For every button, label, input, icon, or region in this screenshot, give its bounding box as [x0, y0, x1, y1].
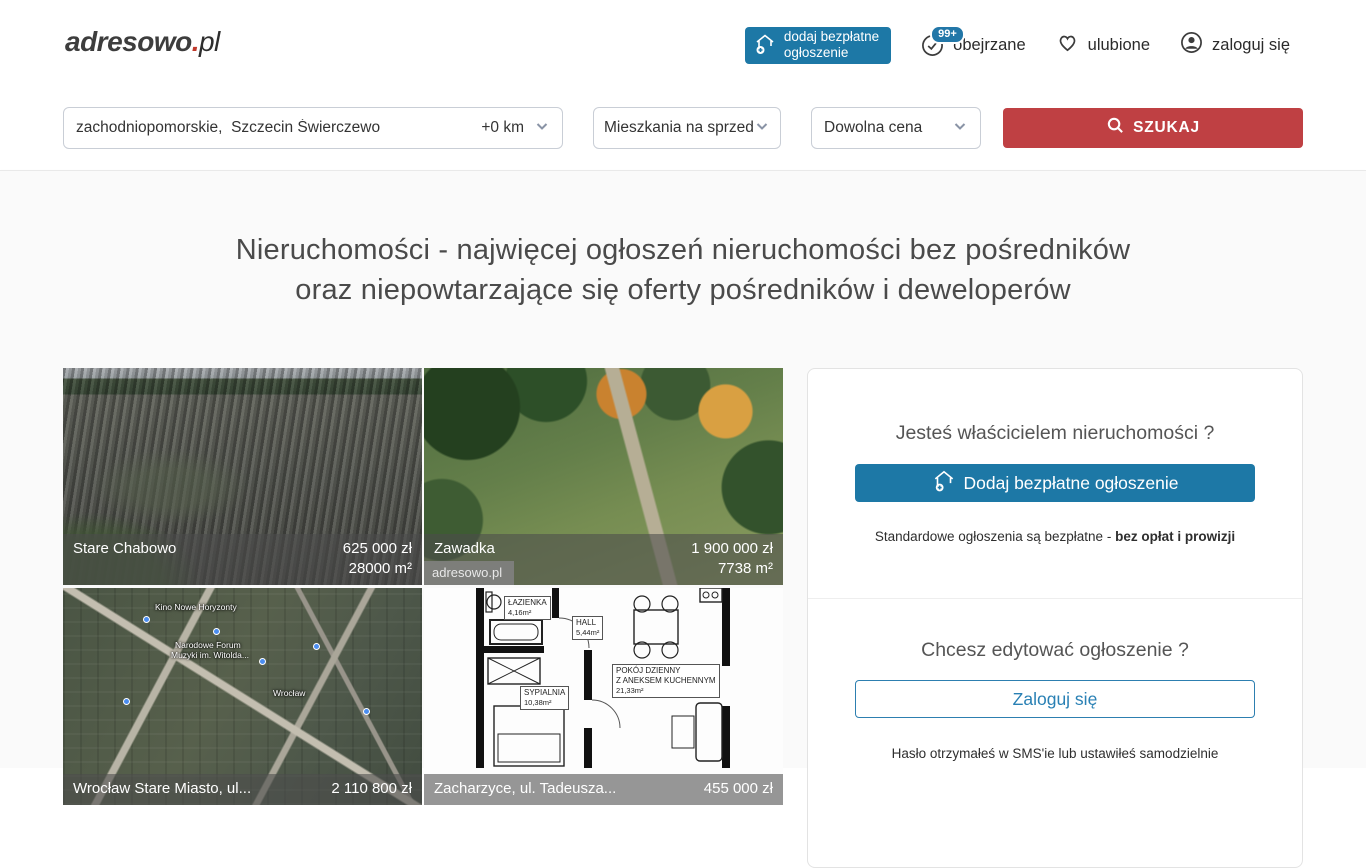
listing-tile-zawadka[interactable]: Zawadka 1 900 000 zł 7738 m² adresowo.pl	[424, 368, 783, 585]
add-listing-label: dodaj bezpłatne ogłoszenie	[784, 29, 879, 60]
edit-heading: Chcesz edytować ogłoszenie ?	[808, 639, 1302, 662]
edit-section: Chcesz edytować ogłoszenie ? Zaloguj się…	[808, 598, 1302, 761]
logo-tld: pl	[199, 26, 220, 57]
radius-dropdown[interactable]: +0 km	[481, 119, 524, 137]
listing-caption: Wrocław Stare Miasto, ul... 2 110 800 zł	[63, 774, 422, 805]
price-select[interactable]: Dowolna cena	[811, 107, 981, 149]
login-label: zaloguj się	[1212, 36, 1290, 55]
search-icon	[1106, 116, 1125, 140]
listing-caption: Stare Chabowo 625 000 zł 28000 m²	[63, 534, 422, 585]
logo-dot: .	[192, 26, 199, 57]
viewed-link[interactable]: 99+ obejrzane	[921, 34, 1025, 57]
page-title: Nieruchomości - najwięcej ogłoszeń nieru…	[0, 230, 1366, 310]
map-label: Muzyki im. Witolda...	[171, 650, 249, 660]
property-type-select[interactable]: Mieszkania na sprzedaż	[593, 107, 781, 149]
user-icon	[1180, 31, 1203, 59]
search-button[interactable]: SZUKAJ	[1003, 108, 1303, 148]
listing-tile-stare-chabowo[interactable]: Stare Chabowo 625 000 zł 28000 m²	[63, 368, 422, 585]
add-listing-button[interactable]: dodaj bezpłatne ogłoszenie	[745, 27, 891, 64]
favorites-link[interactable]: ulubione	[1056, 31, 1150, 59]
listing-name: Zacharzyce, ul. Tadeusza...	[434, 779, 616, 799]
add-free-listing-label: Dodaj bezpłatne ogłoszenie	[963, 473, 1178, 494]
map-label: Narodowe Forum	[175, 640, 241, 650]
listing-name: Stare Chabowo	[73, 539, 176, 559]
favorites-label: ulubione	[1088, 36, 1150, 55]
logo[interactable]: adresowo.pl	[65, 26, 220, 58]
chevron-down-icon	[754, 118, 770, 139]
property-type-value: Mieszkania na sprzedaż	[604, 119, 754, 137]
map-poi-marker	[313, 643, 320, 650]
owner-note: Standardowe ogłoszenia są bezpłatne - be…	[808, 529, 1302, 544]
floorplan-drawing	[424, 588, 783, 768]
floorplan-room-label: HALL 5,44m²	[572, 616, 603, 640]
add-free-listing-button[interactable]: Dodaj bezpłatne ogłoszenie	[855, 464, 1255, 502]
location-value: zachodniopomorskie, Szczecin Świerczewo	[76, 119, 481, 137]
listing-name: Wrocław Stare Miasto, ul...	[73, 779, 251, 799]
location-input[interactable]: zachodniopomorskie, Szczecin Świerczewo …	[63, 107, 563, 149]
map-label: Wrocław	[273, 688, 305, 698]
map-poi-marker	[213, 628, 220, 635]
listing-price: 455 000 zł	[704, 779, 773, 799]
owner-heading: Jesteś właścicielem nieruchomości ?	[808, 422, 1302, 445]
listing-area: 28000 m²	[73, 559, 412, 579]
owner-section: Jesteś właścicielem nieruchomości ? Doda…	[808, 369, 1302, 598]
price-value: Dowolna cena	[824, 119, 952, 137]
chevron-down-icon	[534, 118, 550, 139]
login-button[interactable]: Zaloguj się	[855, 680, 1255, 718]
map-label: Kino Nowe Horyzonty	[155, 602, 237, 612]
listings-grid: Stare Chabowo 625 000 zł 28000 m² Zawadk…	[63, 368, 783, 768]
listing-caption: Zacharzyce, ul. Tadeusza... 455 000 zł	[424, 774, 783, 805]
listing-name: Zawadka	[434, 539, 495, 559]
house-plus-icon	[931, 468, 957, 499]
search-button-label: SZUKAJ	[1133, 119, 1200, 137]
logo-name: adresowo	[65, 26, 192, 57]
floorplan-room-label: POKÓJ DZIENNY Z ANEKSEM KUCHENNYM 21,33m…	[612, 664, 720, 698]
map-poi-marker	[259, 658, 266, 665]
map-poi-marker	[143, 616, 150, 623]
login-link[interactable]: zaloguj się	[1180, 31, 1290, 59]
photo-watermark: adresowo.pl	[424, 561, 514, 585]
listing-tile-zacharzyce[interactable]: ŁAZIENKA 4,16m² HALL 5,44m² SYPIALNIA 10…	[424, 588, 783, 805]
house-plus-icon	[753, 32, 777, 59]
login-button-label: Zaloguj się	[1013, 689, 1098, 710]
listing-price: 625 000 zł	[343, 539, 412, 559]
owner-panel: Jesteś właścicielem nieruchomości ? Doda…	[807, 368, 1303, 868]
check-circle-icon: 99+	[921, 34, 944, 57]
listing-price: 1 900 000 zł	[691, 539, 773, 559]
listing-price: 2 110 800 zł	[331, 779, 412, 799]
header-actions: dodaj bezpłatne ogłoszenie 99+ obejrzane…	[745, 24, 1290, 66]
map-poi-marker	[123, 698, 130, 705]
floorplan-room-label: ŁAZIENKA 4,16m²	[504, 596, 551, 620]
listing-tile-wroclaw[interactable]: Kino Nowe Horyzonty Narodowe Forum Muzyk…	[63, 588, 422, 805]
heart-icon	[1056, 31, 1079, 59]
listing-map-photo: Kino Nowe Horyzonty Narodowe Forum Muzyk…	[63, 588, 422, 805]
header: adresowo.pl dodaj bezpłatne ogłoszenie	[0, 0, 1366, 170]
chevron-down-icon	[952, 118, 968, 139]
floorplan-room-label: SYPIALNIA 10,38m²	[520, 686, 569, 710]
viewed-count-badge: 99+	[930, 25, 965, 44]
map-poi-marker	[363, 708, 370, 715]
listing-floorplan: ŁAZIENKA 4,16m² HALL 5,44m² SYPIALNIA 10…	[424, 588, 783, 805]
edit-note: Hasło otrzymałeś w SMS'ie lub ustawiłeś …	[808, 746, 1302, 761]
